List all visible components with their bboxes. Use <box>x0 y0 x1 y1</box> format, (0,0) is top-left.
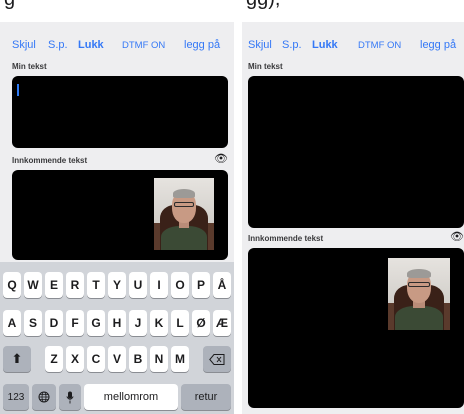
key-k[interactable]: K <box>150 310 168 336</box>
shift-icon: ⬆ <box>11 351 23 366</box>
sp-button[interactable]: S.p. <box>48 39 68 51</box>
my-text-label: Min tekst <box>248 62 283 71</box>
hangup-button[interactable]: legg på <box>184 39 220 51</box>
space-key[interactable]: mellomrom <box>84 384 178 410</box>
numbers-key[interactable]: 123 <box>3 384 29 410</box>
key-ae[interactable]: Æ <box>213 310 231 336</box>
key-b[interactable]: B <box>129 346 147 372</box>
key-p[interactable]: P <box>192 272 210 298</box>
key-t[interactable]: T <box>87 272 105 298</box>
hide-button[interactable]: Skjul <box>248 39 272 51</box>
backspace-key[interactable] <box>203 346 231 372</box>
return-key[interactable]: retur <box>181 384 231 410</box>
key-j[interactable]: J <box>129 310 147 336</box>
globe-key[interactable] <box>32 384 56 410</box>
right-screen: gg), Skjul S.p. Lukk DTMF ON legg på Min… <box>242 0 464 414</box>
my-text-input[interactable] <box>12 76 228 148</box>
shift-key[interactable]: ⬆ <box>3 346 31 372</box>
key-y[interactable]: Y <box>108 272 126 298</box>
key-o[interactable]: O <box>171 272 189 298</box>
hangup-button[interactable]: legg på <box>420 39 456 51</box>
incoming-text-area <box>12 170 228 260</box>
key-g[interactable]: G <box>87 310 105 336</box>
my-text-input[interactable] <box>248 76 464 228</box>
incoming-text-area <box>248 248 464 408</box>
key-c[interactable]: C <box>87 346 105 372</box>
key-l[interactable]: L <box>171 310 189 336</box>
mic-key[interactable] <box>59 384 81 410</box>
eye-icon[interactable]: 👁 <box>450 230 464 243</box>
key-e[interactable]: E <box>45 272 63 298</box>
dtmf-button[interactable]: DTMF ON <box>122 40 165 51</box>
key-z[interactable]: Z <box>45 346 63 372</box>
close-button[interactable]: Lukk <box>78 39 104 51</box>
key-d[interactable]: D <box>45 310 63 336</box>
incoming-text-label: Innkommende tekst <box>12 156 88 165</box>
video-preview[interactable] <box>388 258 450 330</box>
clipped-top-text: g <box>0 0 234 22</box>
eye-icon[interactable]: 👁 <box>214 152 228 165</box>
dtmf-button[interactable]: DTMF ON <box>358 40 401 51</box>
key-a[interactable]: A <box>3 310 21 336</box>
my-text-label: Min tekst <box>12 62 47 71</box>
text-caret <box>17 84 19 96</box>
hide-button[interactable]: Skjul <box>12 39 36 51</box>
sp-button[interactable]: S.p. <box>282 39 302 51</box>
left-screen: g Skjul S.p. Lukk DTMF ON legg på Min te… <box>0 0 234 414</box>
key-x[interactable]: X <box>66 346 84 372</box>
key-h[interactable]: H <box>108 310 126 336</box>
video-preview[interactable] <box>154 178 214 250</box>
key-m[interactable]: M <box>171 346 189 372</box>
key-oe[interactable]: Ø <box>192 310 210 336</box>
toolbar: Skjul S.p. Lukk DTMF ON legg på <box>0 34 234 56</box>
key-q[interactable]: Q <box>3 272 21 298</box>
key-f[interactable]: F <box>66 310 84 336</box>
key-i[interactable]: I <box>150 272 168 298</box>
key-n[interactable]: N <box>150 346 168 372</box>
toolbar: Skjul S.p. Lukk DTMF ON legg på <box>242 34 464 56</box>
key-s[interactable]: S <box>24 310 42 336</box>
key-u[interactable]: U <box>129 272 147 298</box>
incoming-text-label: Innkommende tekst <box>248 234 324 243</box>
microphone-icon <box>66 391 74 403</box>
key-aa[interactable]: Å <box>213 272 231 298</box>
backspace-icon <box>209 353 225 365</box>
clipped-top-text: gg), <box>242 0 464 22</box>
key-w[interactable]: W <box>24 272 42 298</box>
key-v[interactable]: V <box>108 346 126 372</box>
close-button[interactable]: Lukk <box>312 39 338 51</box>
globe-icon <box>38 391 50 403</box>
key-r[interactable]: R <box>66 272 84 298</box>
keyboard: Q W E R T Y U I O P Å A S D F G H J K L … <box>0 262 234 414</box>
